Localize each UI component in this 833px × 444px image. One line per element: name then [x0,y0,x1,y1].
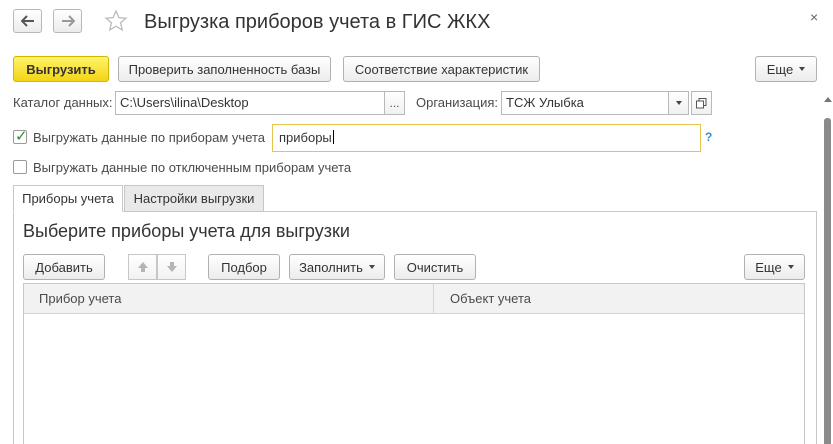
checkmark-icon: ✓ [15,128,28,145]
chevron-down-icon [799,67,806,71]
check-db-button[interactable]: Проверить заполненность базы [118,56,331,82]
window-title: Выгрузка приборов учета в ГИС ЖКХ [144,11,491,33]
meters-table[interactable]: Прибор учета Объект учета [23,283,805,444]
star-icon [104,9,128,32]
clear-button[interactable]: Очистить [394,254,476,280]
fill-button[interactable]: Заполнить [289,254,385,280]
arrow-down-icon [166,262,177,272]
arrow-right-icon [61,15,75,27]
search-text: приборы [279,130,332,145]
forward-button[interactable] [53,9,82,33]
export-disabled-meters-checkbox[interactable] [13,160,27,174]
catalog-label: Каталог данных: [13,95,113,110]
catalog-browse-button[interactable]: ... [384,91,405,115]
chevron-down-icon [675,101,682,105]
panel-more-label: Еще [755,259,782,275]
more-label: Еще [766,61,794,77]
tab-export-settings[interactable]: Настройки выгрузки [124,185,264,212]
catalog-input[interactable]: C:\Users\ilina\Desktop [115,91,385,115]
move-down-button[interactable] [157,254,186,280]
arrow-up-icon [137,262,148,272]
help-icon[interactable]: ? [705,130,712,144]
column-divider [433,284,434,313]
panel-more-button[interactable]: Еще [744,254,805,280]
organization-label: Организация: [416,95,499,110]
arrow-left-icon [20,15,34,27]
export-disabled-meters-label: Выгружать данные по отключенным приборам… [33,160,352,175]
more-button[interactable]: Еще [755,56,817,82]
fill-label: Заполнить [299,259,363,275]
back-button[interactable] [13,9,42,33]
match-characteristics-button[interactable]: Соответствие характеристик [343,56,540,82]
close-icon[interactable]: × [810,9,818,25]
favorite-star-button[interactable] [104,9,128,36]
column-header-object[interactable]: Объект учета [450,284,531,313]
organization-open-button[interactable] [691,91,712,115]
add-button[interactable]: Добавить [23,254,105,280]
tab-meters[interactable]: Приборы учета [13,185,123,212]
panel-title: Выберите приборы учета для выгрузки [23,221,350,241]
move-up-button[interactable] [128,254,157,280]
text-cursor [332,130,334,144]
pick-button[interactable]: Подбор [208,254,280,280]
vertical-scrollbar-thumb[interactable] [824,118,831,444]
organization-input[interactable]: ТСЖ Улыбка [501,91,669,115]
table-header: Прибор учета Объект учета [24,284,804,314]
organization-dropdown-button[interactable] [668,91,689,115]
scroll-up-arrow-icon[interactable] [824,97,832,102]
export-button[interactable]: Выгрузить [13,56,109,82]
column-header-meter[interactable]: Прибор учета [39,284,121,313]
search-input[interactable]: приборы [272,124,701,152]
export-meters-checkbox[interactable]: ✓ [13,128,28,145]
export-meters-label: Выгружать данные по приборам учета [33,130,266,145]
chevron-down-icon [368,265,375,269]
open-window-icon [696,97,707,108]
chevron-down-icon [787,265,794,269]
